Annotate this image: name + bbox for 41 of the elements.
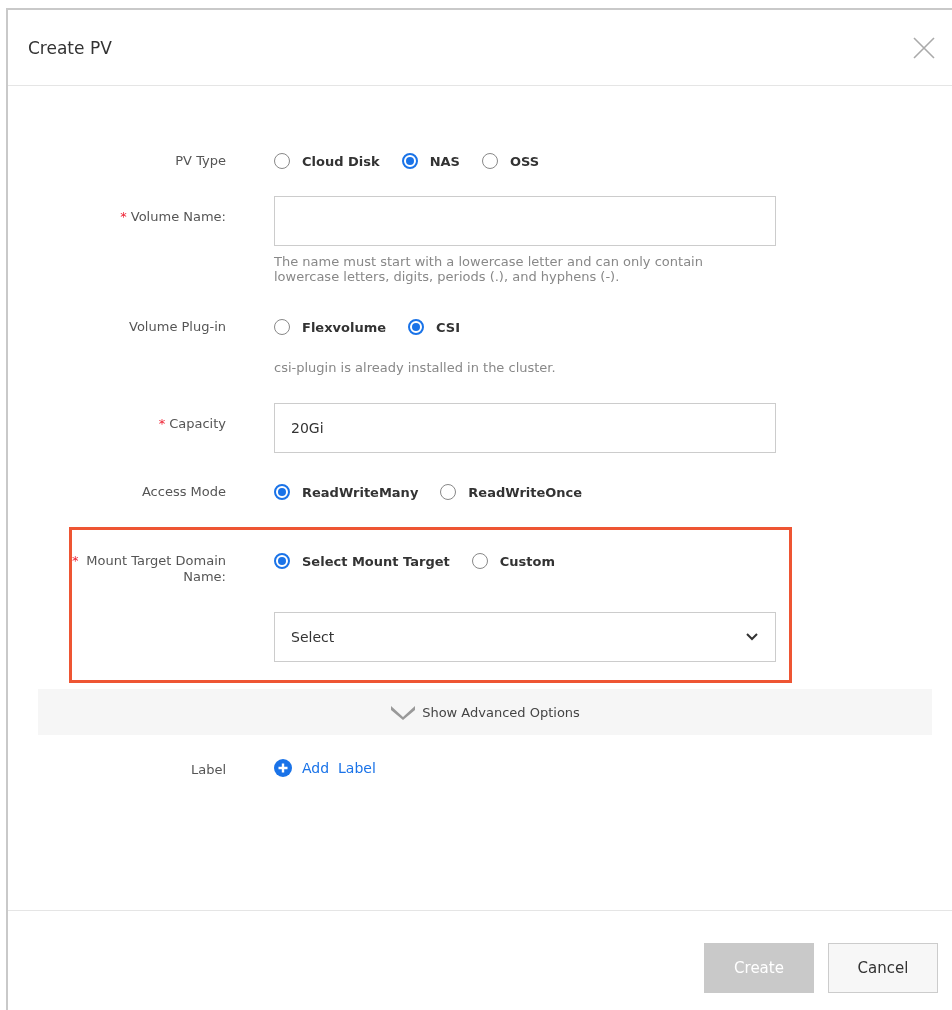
info-text: csi-plugin is already installed in the cluster. — [274, 360, 557, 375]
radio-option[interactable]: OSS — [481, 153, 540, 169]
radio-button[interactable] — [481, 153, 498, 169]
radio-button[interactable] — [274, 319, 290, 335]
select-dropdown[interactable]: Select — [274, 612, 776, 662]
radio-option[interactable]: Cloud Disk — [274, 153, 380, 169]
radio-button[interactable] — [274, 553, 290, 569]
radio-option[interactable]: Select Mount Target — [274, 553, 450, 569]
field-label: Mount Target Domain Name: — [85, 553, 226, 585]
add-label-link[interactable]: Add Label — [274, 759, 376, 777]
radio-button[interactable] — [408, 319, 425, 335]
radio-button[interactable] — [401, 153, 418, 169]
field-label: PV Type — [175, 153, 226, 169]
radio-option[interactable]: ReadWriteMany — [274, 484, 419, 500]
radio-option[interactable]: CSI — [408, 319, 460, 335]
required-mark: * — [120, 209, 127, 225]
plus-circle-icon — [274, 759, 292, 777]
radio-option[interactable]: ReadWriteOnce — [440, 484, 583, 500]
caret-icon — [745, 632, 759, 642]
text-field[interactable] — [274, 196, 776, 246]
chevron-down-icon — [390, 704, 417, 720]
required-mark: * — [158, 416, 166, 432]
field-label: Volume Name: — [130, 209, 226, 225]
required-mark: * — [72, 553, 79, 570]
field-label: Volume Plug-in — [129, 319, 226, 335]
cancel-button[interactable]: Cancel — [828, 943, 938, 993]
dialog-title: Create PV — [28, 37, 112, 58]
radio-option[interactable]: Flexvolume — [274, 319, 387, 335]
radio-option[interactable]: Custom — [471, 553, 555, 569]
field-label: Access Mode — [141, 484, 226, 500]
advanced-options-toggle[interactable]: Show Advanced Options — [38, 689, 932, 735]
radio-button[interactable] — [471, 553, 488, 569]
radio-button[interactable] — [274, 484, 290, 500]
close-icon[interactable] — [912, 35, 936, 60]
field-label: Label — [190, 762, 226, 778]
radio-option[interactable]: NAS — [401, 153, 460, 169]
radio-button[interactable] — [440, 484, 457, 500]
hint-text: The name must start with a lowercase letter and can only contain lowercase letters, digits, periods (.), and hyphens (-). — [274, 254, 704, 284]
text-field[interactable]: 20Gi — [274, 403, 776, 453]
radio-button[interactable] — [274, 153, 290, 169]
field-label: Capacity — [169, 416, 226, 432]
